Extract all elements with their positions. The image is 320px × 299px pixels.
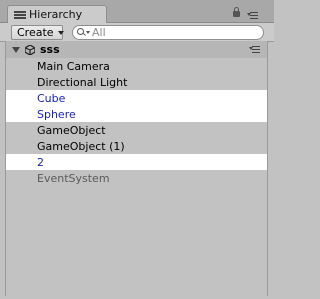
hierarchy-item-label: Directional Light bbox=[37, 75, 128, 89]
create-button-label: Create bbox=[17, 26, 54, 39]
hierarchy-toolbar: Create bbox=[0, 23, 274, 42]
lock-icon[interactable] bbox=[233, 7, 240, 17]
chevron-down-icon bbox=[57, 30, 64, 35]
hierarchy-item-label: 2 bbox=[37, 155, 44, 169]
context-menu-icon[interactable] bbox=[247, 12, 259, 20]
search-input[interactable] bbox=[92, 26, 242, 39]
hierarchy-item-label: EventSystem bbox=[37, 171, 110, 185]
unity-logo-icon bbox=[25, 44, 35, 55]
scene-menu-icon[interactable] bbox=[249, 46, 261, 54]
hierarchy-item-label: GameObject (1) bbox=[37, 139, 125, 153]
hierarchy-item[interactable]: Directional Light bbox=[6, 74, 267, 90]
search-field[interactable] bbox=[72, 25, 264, 40]
tab-hierarchy[interactable]: Hierarchy bbox=[7, 5, 107, 23]
hierarchy-item-label: GameObject bbox=[37, 123, 106, 137]
hierarchy-item-label: Sphere bbox=[37, 107, 76, 121]
hierarchy-item[interactable]: Main Camera bbox=[6, 58, 267, 74]
list-icon bbox=[14, 10, 26, 20]
hierarchy-item-selected[interactable]: Cube bbox=[6, 90, 267, 106]
hierarchy-item-selected[interactable]: Sphere bbox=[6, 106, 267, 122]
hierarchy-item-label: Main Camera bbox=[37, 59, 110, 73]
tab-label: Hierarchy bbox=[29, 8, 83, 21]
search-icon[interactable] bbox=[77, 27, 87, 38]
hierarchy-item[interactable]: GameObject (1) bbox=[6, 138, 267, 154]
tab-strip: Hierarchy bbox=[0, 0, 274, 23]
foldout-arrow-icon[interactable] bbox=[12, 46, 20, 53]
scene-name: sss bbox=[40, 43, 60, 56]
hierarchy-item[interactable]: GameObject bbox=[6, 122, 267, 138]
hierarchy-tree: sss Main Camera Directional Light Cube S… bbox=[5, 41, 268, 296]
hierarchy-item-inactive[interactable]: EventSystem bbox=[6, 170, 267, 186]
scene-header[interactable]: sss bbox=[6, 41, 267, 58]
create-button[interactable]: Create bbox=[11, 25, 64, 40]
hierarchy-item-label: Cube bbox=[37, 91, 66, 105]
hierarchy-item-selected[interactable]: 2 bbox=[6, 154, 267, 170]
